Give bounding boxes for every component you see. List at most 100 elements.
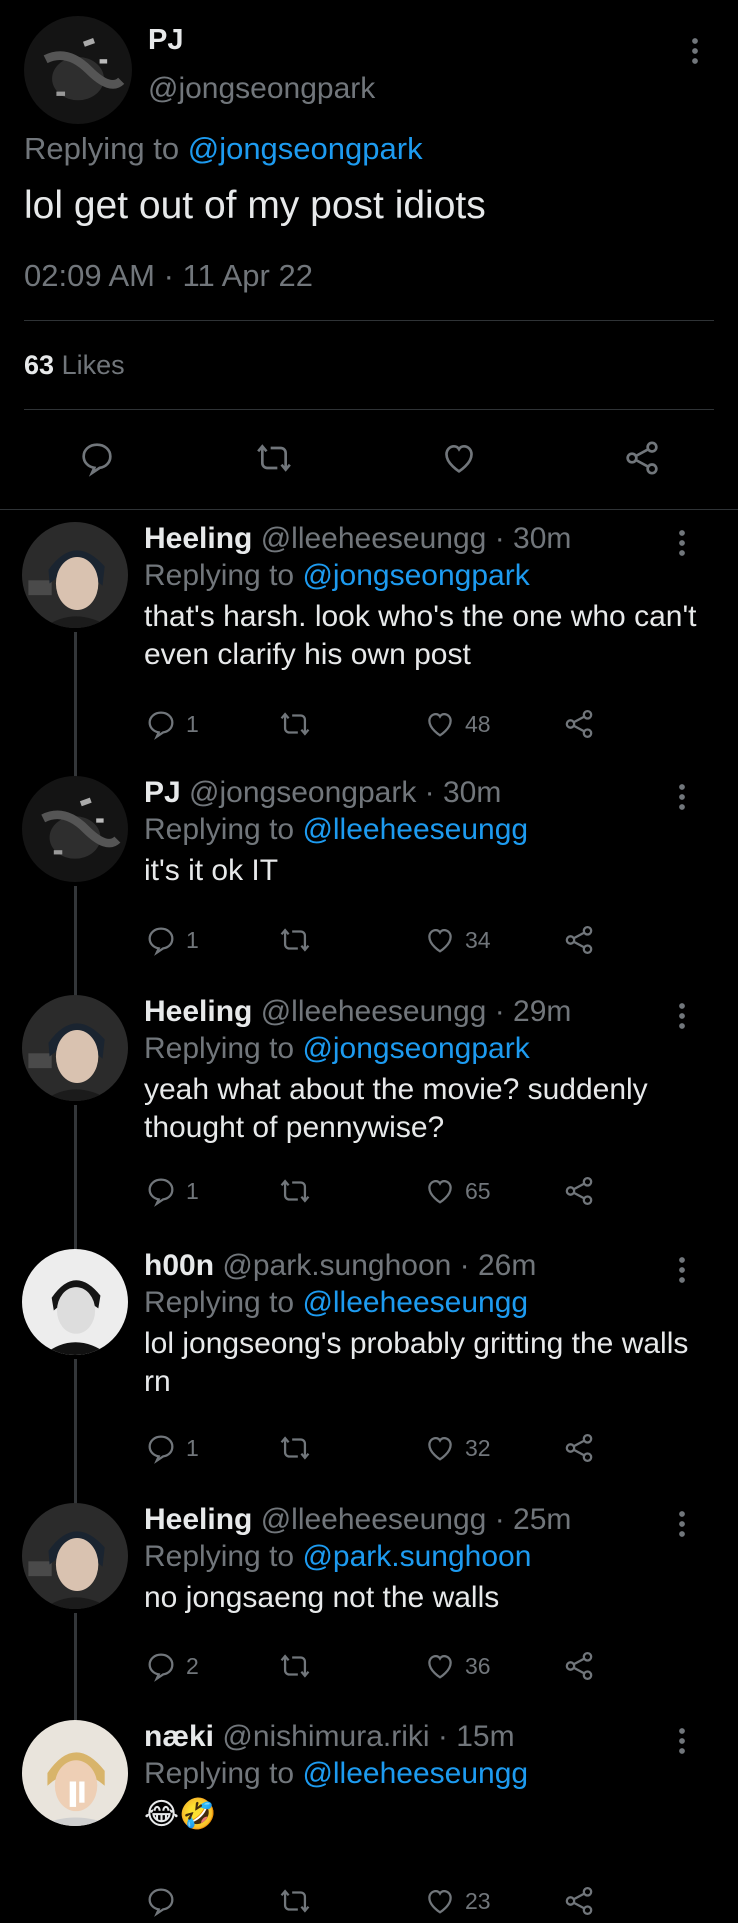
avatar[interactable]: [22, 1503, 128, 1609]
reply-button[interactable]: 2: [144, 1648, 199, 1684]
like-count: 48: [465, 710, 491, 737]
divider: [0, 509, 738, 510]
heart-icon[interactable]: [439, 438, 479, 478]
avatar[interactable]: [22, 776, 128, 882]
reply-actions: 1 32: [0, 1430, 738, 1470]
share-button[interactable]: [562, 1430, 596, 1466]
author-handle[interactable]: @lleeheeseungg: [261, 995, 487, 1028]
reply-button[interactable]: 1: [144, 922, 199, 958]
reply-icon: [144, 1431, 178, 1465]
reply-icon: [144, 1649, 178, 1683]
reply-button[interactable]: 1: [144, 1173, 199, 1209]
reply-header: Heeling @lleeheeseungg · 29m: [144, 995, 571, 1029]
author-handle[interactable]: @lleeheeseungg: [261, 1503, 487, 1536]
reply-actions: 1 34: [0, 922, 738, 962]
reply-time: · 29m: [494, 995, 572, 1028]
share-button[interactable]: [562, 922, 596, 958]
replying-to-link[interactable]: @jongseongpark: [302, 559, 529, 592]
avatar[interactable]: [22, 995, 128, 1101]
author-handle[interactable]: @park.sunghoon: [222, 1249, 451, 1282]
reply-icon: [144, 1174, 178, 1208]
reply-button[interactable]: 1: [144, 1430, 199, 1466]
retweet-button[interactable]: [278, 1883, 320, 1919]
replying-to-link[interactable]: @jongseongpark: [188, 131, 423, 166]
share-button[interactable]: [562, 1173, 596, 1209]
reply-text: 😂🤣: [144, 1798, 217, 1831]
reply-header: næki @nishimura.riki · 15m: [144, 1720, 515, 1754]
author-handle[interactable]: @jongseongpark: [189, 776, 416, 809]
retweet-button[interactable]: [278, 1430, 320, 1466]
reply-text: yeah what about the movie? suddenly thou…: [144, 1073, 648, 1144]
like-button[interactable]: 23: [423, 1883, 491, 1919]
author-name[interactable]: næki: [144, 1720, 214, 1753]
like-button[interactable]: 32: [423, 1430, 491, 1466]
replying-to-prefix: Replying to: [144, 559, 295, 592]
like-button[interactable]: 65: [423, 1173, 491, 1209]
replying-to-link[interactable]: @lleeheeseungg: [302, 813, 528, 846]
more-vertical-icon[interactable]: [672, 1726, 692, 1756]
author-name[interactable]: Heeling: [144, 995, 252, 1028]
reply-time: · 30m: [494, 522, 572, 555]
author-name[interactable]: PJ: [144, 776, 181, 809]
like-count: 65: [465, 1177, 491, 1204]
share-button[interactable]: [562, 1648, 596, 1684]
share-button[interactable]: [562, 1883, 596, 1919]
replying-to-link[interactable]: @park.sunghoon: [302, 1540, 531, 1573]
more-vertical-icon[interactable]: [672, 782, 692, 812]
retweet-button[interactable]: [278, 922, 320, 958]
like-button[interactable]: 48: [423, 706, 491, 742]
avatar[interactable]: [24, 16, 132, 124]
retweet-icon[interactable]: [254, 438, 294, 478]
more-vertical-icon[interactable]: [672, 1255, 692, 1285]
timestamp: 02:09 AM · 11 Apr 22: [24, 258, 313, 293]
replying-to: Replying to @lleeheeseungg: [144, 813, 528, 847]
likes-stat[interactable]: 63 Likes: [24, 350, 125, 381]
avatar[interactable]: [22, 1249, 128, 1355]
like-button[interactable]: 34: [423, 922, 491, 958]
replying-to: Replying to @lleeheeseungg: [144, 1286, 528, 1320]
reply-actions: 23: [0, 1883, 738, 1923]
author-handle[interactable]: @lleeheeseungg: [261, 522, 487, 555]
author-name[interactable]: Heeling: [144, 522, 252, 555]
replying-to: Replying to @jongseongpark: [24, 131, 423, 167]
share-icon[interactable]: [622, 438, 662, 478]
reply-button[interactable]: [144, 1883, 186, 1919]
author-name[interactable]: PJ: [148, 24, 183, 57]
heart-icon: [423, 707, 457, 741]
reply-button[interactable]: 1: [144, 706, 199, 742]
retweet-button[interactable]: [278, 706, 320, 742]
retweet-button[interactable]: [278, 1173, 320, 1209]
reply-count: 1: [186, 710, 199, 737]
reply-icon[interactable]: [77, 438, 117, 478]
more-vertical-icon[interactable]: [672, 528, 692, 558]
heart-icon: [423, 1174, 457, 1208]
like-button[interactable]: 36: [423, 1648, 491, 1684]
retweet-icon: [278, 1174, 312, 1208]
more-vertical-icon[interactable]: [672, 1001, 692, 1031]
author-handle[interactable]: @nishimura.riki: [222, 1720, 429, 1753]
share-icon: [562, 1174, 596, 1208]
replying-to-link[interactable]: @jongseongpark: [302, 1032, 529, 1065]
reply-actions: 2 36: [0, 1648, 738, 1688]
share-button[interactable]: [562, 706, 596, 742]
reply-actions: 1 65: [0, 1173, 738, 1213]
retweet-button[interactable]: [278, 1648, 320, 1684]
more-vertical-icon[interactable]: [685, 36, 705, 66]
avatar[interactable]: [22, 1720, 128, 1826]
replying-to-link[interactable]: @lleeheeseungg: [302, 1757, 528, 1790]
reply-header: Heeling @lleeheeseungg · 25m: [144, 1503, 571, 1537]
like-count: 34: [465, 926, 491, 953]
author-name[interactable]: h00n: [144, 1249, 214, 1282]
like-count: 32: [465, 1434, 491, 1461]
retweet-icon: [278, 923, 312, 957]
author-handle[interactable]: @jongseongpark: [148, 72, 375, 106]
more-vertical-icon[interactable]: [672, 1509, 692, 1539]
avatar[interactable]: [22, 522, 128, 628]
retweet-icon: [278, 1884, 312, 1918]
reply-count: 2: [186, 1652, 199, 1679]
replying-to-link[interactable]: @lleeheeseungg: [302, 1286, 528, 1319]
author-name[interactable]: Heeling: [144, 1503, 252, 1536]
replying-to-prefix: Replying to: [144, 1286, 295, 1319]
reply-time: · 25m: [494, 1503, 572, 1536]
reply-header: h00n @park.sunghoon · 26m: [144, 1249, 536, 1283]
